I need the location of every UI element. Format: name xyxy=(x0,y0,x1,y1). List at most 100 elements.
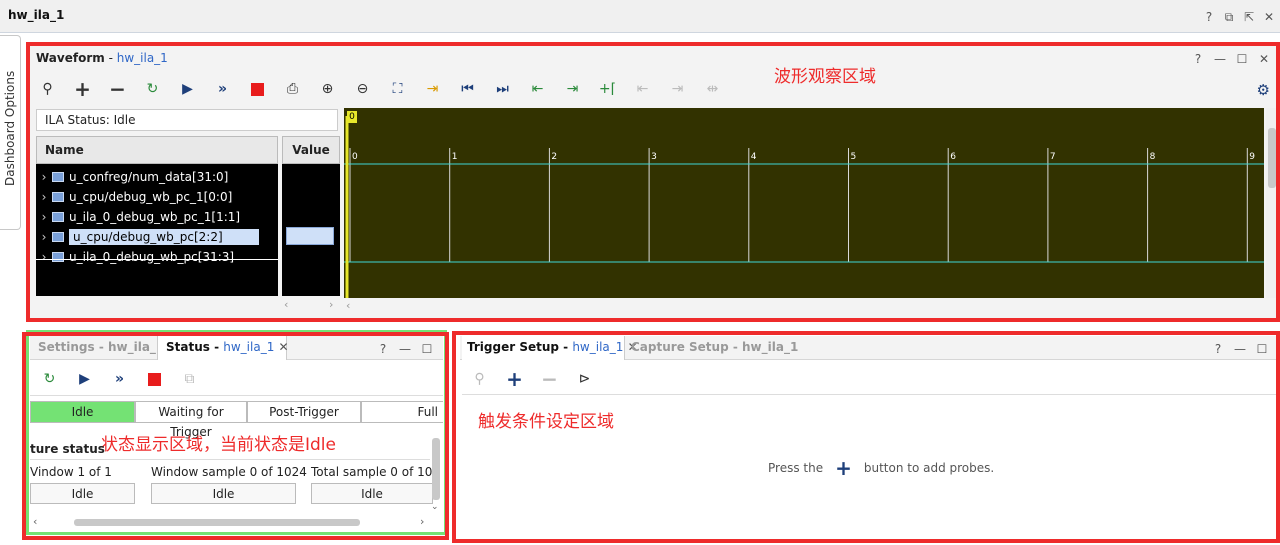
waveform-hscrollbar[interactable]: ‹ xyxy=(344,298,1264,314)
go-to-start-icon[interactable]: ⏮ xyxy=(450,78,485,100)
signal-row[interactable]: › u_cpu/debug_wb_pc[2:2] xyxy=(36,227,259,247)
window-controls: ? ⧉ ⇱ ✕ xyxy=(1202,10,1276,24)
expand-chevron-icon[interactable]: › xyxy=(36,170,52,184)
previous-marker-icon[interactable]: ⇤ xyxy=(625,78,660,100)
expand-chevron-icon[interactable]: › xyxy=(36,250,52,264)
close-tab-icon[interactable]: ✕ xyxy=(279,340,289,354)
zoom-out-icon[interactable]: ⊖ xyxy=(345,78,380,100)
search-icon[interactable]: ⚲ xyxy=(462,368,497,390)
cursor-marker-label[interactable]: 0 xyxy=(347,111,357,123)
add-icon[interactable]: + xyxy=(65,77,100,101)
stop-icon[interactable] xyxy=(137,368,172,390)
search-icon[interactable]: ⚲ xyxy=(30,78,65,100)
close-icon[interactable]: ✕ xyxy=(1258,52,1270,66)
add-probes-hint: Press the + button to add probes. xyxy=(768,456,994,480)
remove-icon[interactable]: − xyxy=(100,77,135,101)
swap-cursors-icon[interactable]: ⇹ xyxy=(695,78,730,100)
maximize-icon[interactable]: ☐ xyxy=(1236,52,1248,66)
status-annotation: 状态显示区域，当前状态是Idle xyxy=(101,435,336,455)
run-trigger-icon[interactable]: ▶ xyxy=(170,78,205,100)
selection-separator xyxy=(36,259,278,260)
time-tick-label: 2 xyxy=(551,152,557,162)
refresh-icon[interactable]: ↻ xyxy=(135,78,170,100)
waveform-svg: 0 1 2 3 4 5 6 7 8 9 xyxy=(344,116,1264,298)
next-transition-icon[interactable]: ⇥ xyxy=(555,78,590,100)
tab-settings[interactable]: Settings - hw_ila_1 xyxy=(38,340,164,354)
close-icon[interactable]: ✕ xyxy=(1262,10,1276,24)
waveform-panel: Waveform - hw_ila_1 ? — ☐ ✕ ⚲ + − ↻ ▶ » … xyxy=(26,42,1280,322)
minimize-icon[interactable]: — xyxy=(1214,52,1226,66)
signal-row[interactable]: › u_confreg/num_data[31:0] xyxy=(36,167,229,187)
trigger-condition-icon[interactable]: ⊳ xyxy=(567,368,602,390)
help-icon[interactable]: ? xyxy=(377,342,389,356)
zoom-fit-icon[interactable]: ⛶ xyxy=(380,78,415,100)
signal-row[interactable]: › u_cpu/debug_wb_pc_1[0:0] xyxy=(36,187,233,207)
app-title: hw_ila_1 xyxy=(8,8,65,22)
tab-status-label: Status - hw_ila_1 ✕ xyxy=(166,340,289,354)
names-scrollbar[interactable]: ‹ › xyxy=(36,296,340,314)
tab-capture-setup[interactable]: Capture Setup - hw_ila_1 xyxy=(631,340,798,354)
refresh-icon[interactable]: ↻ xyxy=(32,368,67,390)
time-tick-label: 4 xyxy=(751,152,757,162)
waveform-title-text: Waveform xyxy=(36,51,105,65)
maximize-icon[interactable]: ☐ xyxy=(1256,342,1268,356)
add-marker-icon[interactable]: +⌈ xyxy=(590,78,625,100)
minimize-icon[interactable]: — xyxy=(1234,342,1246,356)
go-to-end-icon[interactable]: ⏭ xyxy=(485,78,520,100)
restore-icon[interactable]: ⧉ xyxy=(1222,10,1236,24)
status-vscrollbar[interactable]: ⌄ xyxy=(431,430,441,515)
help-icon[interactable]: ? xyxy=(1212,342,1224,356)
capture-settings-icon[interactable]: ⧉ xyxy=(172,368,207,390)
trigger-divider xyxy=(462,394,1276,395)
ila-status-text: ILA Status: Idle xyxy=(45,113,136,127)
tab-trigger-name: hw_ila_1 xyxy=(572,340,624,354)
time-tick-label: 5 xyxy=(851,152,857,162)
remove-probe-icon[interactable]: − xyxy=(532,367,567,391)
waveform-canvas[interactable]: 0 1 2 3 4 5 6 7 8 9 0 xyxy=(344,108,1264,298)
waveform-annotation: 波形观察区域 xyxy=(774,67,876,87)
time-tick-label: 8 xyxy=(1150,152,1156,162)
float-icon[interactable]: ⇱ xyxy=(1242,10,1256,24)
value-column-header[interactable]: Value xyxy=(282,136,340,164)
run-trigger-icon[interactable]: ▶ xyxy=(67,368,102,390)
selected-value-cell[interactable] xyxy=(286,227,334,245)
previous-transition-icon[interactable]: ⇤ xyxy=(520,78,555,100)
settings-gear-icon[interactable]: ⚙ xyxy=(1257,81,1270,99)
trigger-annotation: 触发条件设定区域 xyxy=(478,412,614,432)
dashboard-options-tab[interactable]: Dashboard Options xyxy=(0,35,21,230)
export-icon[interactable]: ⎙ xyxy=(275,78,310,100)
help-icon[interactable]: ? xyxy=(1192,52,1204,66)
status-hscrollbar[interactable]: ‹ › xyxy=(30,515,430,529)
signal-row[interactable]: › u_ila_0_debug_wb_pc[31:3] xyxy=(36,247,234,267)
waveform-toolbar: ⚲ + − ↻ ▶ » ⎙ ⊕ ⊖ ⛶ ⇥ ⏮ ⏭ ⇤ ⇥ +⌈ ⇤ ⇥ ⇹ xyxy=(30,77,730,101)
waveform-title: Waveform - hw_ila_1 xyxy=(36,51,168,65)
stop-icon[interactable] xyxy=(240,78,275,100)
signal-name: u_cpu/debug_wb_pc_1[0:0] xyxy=(69,190,233,204)
help-icon[interactable]: ? xyxy=(1202,10,1216,24)
capture-divider xyxy=(30,459,430,460)
waveform-window-controls: ? — ☐ ✕ xyxy=(1192,52,1270,66)
expand-chevron-icon[interactable]: › xyxy=(36,190,52,204)
expand-chevron-icon[interactable]: › xyxy=(36,210,52,224)
next-marker-icon[interactable]: ⇥ xyxy=(660,78,695,100)
run-immediate-icon[interactable]: » xyxy=(102,368,137,390)
state-post-trigger: Post-Trigger xyxy=(247,401,361,423)
tab-trigger-label: Trigger Setup - hw_ila_1 ✕ xyxy=(467,340,638,354)
minimize-icon[interactable]: — xyxy=(399,342,411,356)
value-header-label: Value xyxy=(292,143,330,157)
add-probe-icon[interactable]: + xyxy=(497,367,532,391)
run-immediate-icon[interactable]: » xyxy=(205,78,240,100)
signal-name: u_confreg/num_data[31:0] xyxy=(69,170,229,184)
waveform-vscrollbar[interactable] xyxy=(1266,108,1278,298)
add-probe-hint-icon[interactable]: + xyxy=(835,456,852,480)
signal-row[interactable]: › u_ila_0_debug_wb_pc_1[1:1] xyxy=(36,207,240,227)
expand-chevron-icon[interactable]: › xyxy=(36,230,52,244)
zoom-in-icon[interactable]: ⊕ xyxy=(310,78,345,100)
name-column-header[interactable]: Name xyxy=(36,136,278,164)
capture-status-heading: ture status xyxy=(30,442,105,456)
bus-signal-icon xyxy=(52,172,64,182)
maximize-icon[interactable]: ☐ xyxy=(421,342,433,356)
go-to-cursor-icon[interactable]: ⇥ xyxy=(415,78,450,100)
window-state-cell: Idle xyxy=(30,483,135,504)
trigger-toolbar: ⚲ + − ⊳ xyxy=(462,367,602,391)
